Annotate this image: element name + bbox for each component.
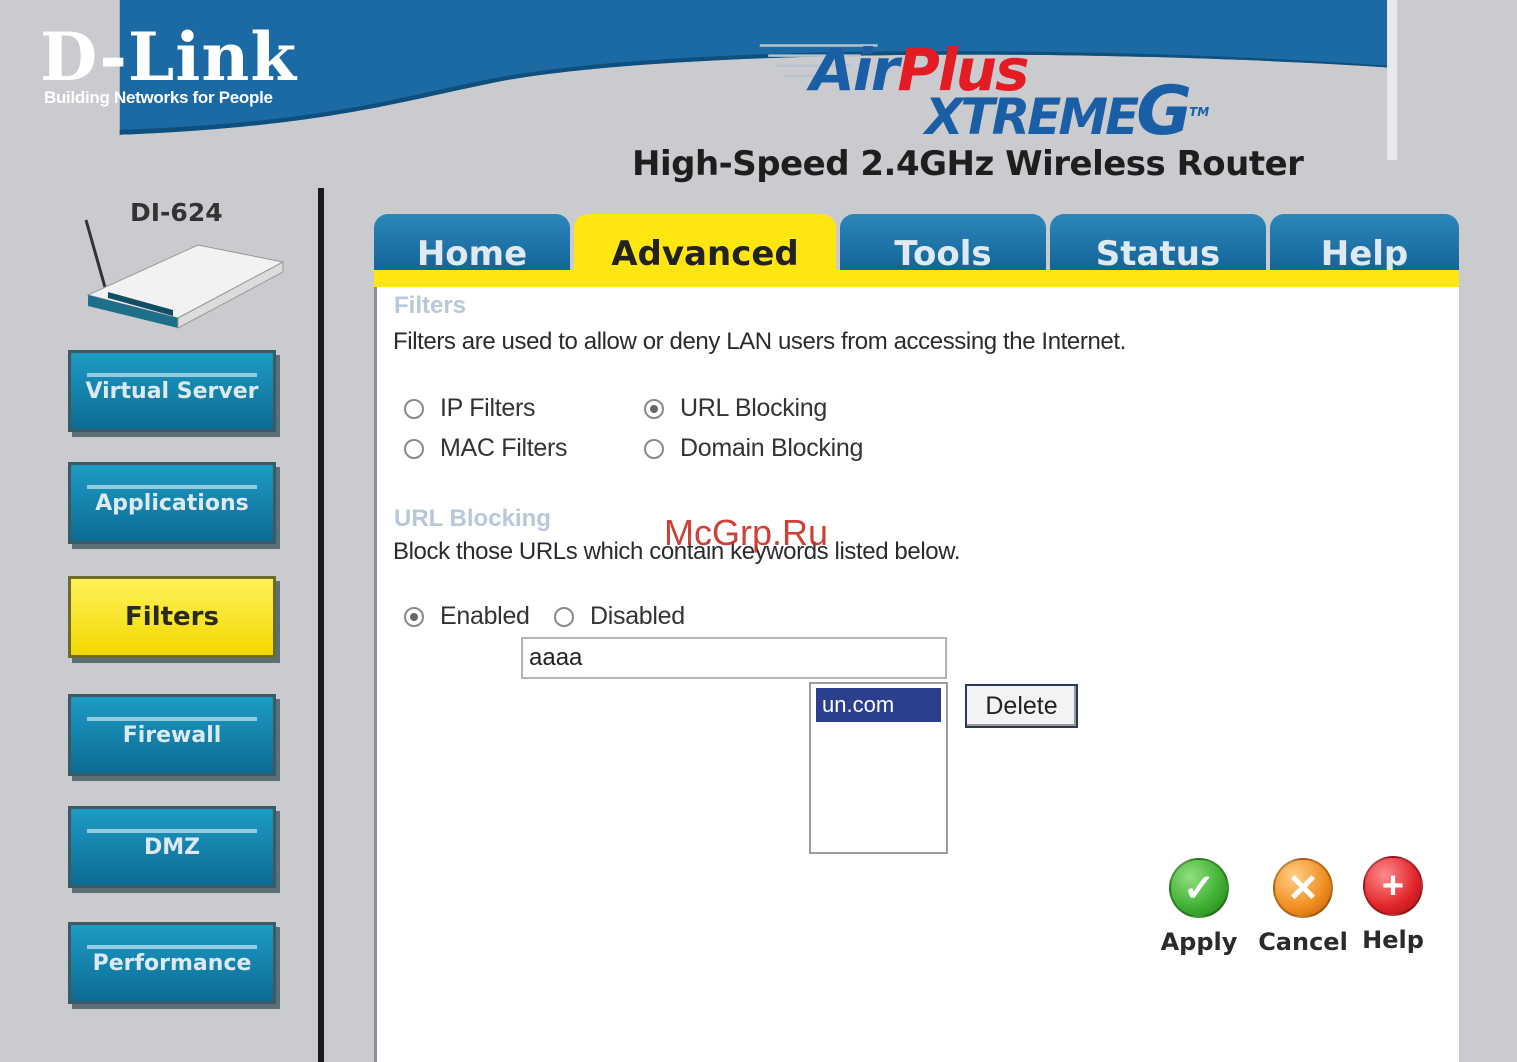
radio-label: MAC Filters <box>440 434 568 462</box>
watermark: McGrp.Ru <box>664 512 829 553</box>
radio-label: Disabled <box>590 602 685 630</box>
sidebar-item-label: Filters <box>125 602 219 632</box>
radio-domain-blocking[interactable]: Domain Blocking <box>644 434 863 463</box>
model-label: DI-624 <box>130 198 223 227</box>
sidebar-item-label: DMZ <box>143 834 201 860</box>
sidebar-item-filters[interactable]: Filters <box>68 576 276 658</box>
cancel-button[interactable]: ✕ Cancel <box>1258 858 1348 956</box>
sidebar-item-applications[interactable]: Applications <box>68 462 276 544</box>
help-button[interactable]: + Help <box>1358 856 1428 954</box>
radio-label: IP Filters <box>440 394 536 422</box>
keyword-input[interactable] <box>521 637 947 679</box>
apply-label: Apply <box>1160 928 1238 956</box>
product-subtitle: High-Speed 2.4GHz Wireless Router <box>632 144 1304 184</box>
radio-disabled[interactable]: Disabled <box>554 602 685 631</box>
list-item[interactable]: un.com <box>816 688 941 722</box>
tab-underline <box>374 270 1459 287</box>
sidebar-item-label: Performance <box>92 950 252 976</box>
radio-button[interactable] <box>644 398 664 419</box>
sidebar-item-dmz[interactable]: DMZ <box>68 806 276 888</box>
filters-description: Filters are used to allow or deny LAN us… <box>393 328 1126 355</box>
dlink-logo: D-Link <box>40 18 298 96</box>
sidebar-divider <box>318 188 324 1062</box>
blocked-url-list[interactable]: un.com <box>809 682 948 854</box>
filters-title: Filters <box>394 292 467 319</box>
radio-button[interactable] <box>554 606 574 627</box>
radio-label: Domain Blocking <box>680 434 864 462</box>
logo-g: G <box>1136 72 1192 151</box>
help-label: Help <box>1362 926 1424 954</box>
dlink-tagline: Building Networks for People <box>44 88 273 107</box>
radio-button[interactable] <box>404 606 424 627</box>
sidebar-item-performance[interactable]: Performance <box>68 922 276 1004</box>
radio-button[interactable] <box>404 438 424 459</box>
logo-xtreme: XTREME <box>925 88 1139 146</box>
radio-mac-filters[interactable]: MAC Filters <box>404 434 568 463</box>
sidebar-item-label: Applications <box>95 490 249 516</box>
check-icon: ✓ <box>1169 858 1229 918</box>
sidebar-item-virtual-server[interactable]: Virtual Server <box>68 350 276 432</box>
url-blocking-title: URL Blocking <box>394 505 551 532</box>
cancel-label: Cancel <box>1258 928 1348 956</box>
sidebar-item-firewall[interactable]: Firewall <box>68 694 276 776</box>
radio-label: Enabled <box>440 602 530 630</box>
delete-button[interactable]: Delete <box>965 684 1078 728</box>
cancel-icon: ✕ <box>1273 858 1333 918</box>
sidebar-item-label: Virtual Server <box>85 378 259 404</box>
trademark: TM <box>1189 105 1210 119</box>
radio-button[interactable] <box>404 398 424 419</box>
radio-url-blocking[interactable]: URL Blocking <box>644 394 827 423</box>
sidebar-item-label: Firewall <box>122 722 222 748</box>
xtremeg-logo: XTREMEGTM <box>925 78 1210 147</box>
radio-ip-filters[interactable]: IP Filters <box>404 394 535 423</box>
radio-enabled[interactable]: Enabled <box>404 602 530 631</box>
radio-button[interactable] <box>644 438 664 459</box>
apply-button[interactable]: ✓ Apply <box>1156 858 1242 956</box>
radio-label: URL Blocking <box>680 394 827 422</box>
help-plus-icon: + <box>1363 856 1423 916</box>
logo-air: Air <box>810 36 899 104</box>
